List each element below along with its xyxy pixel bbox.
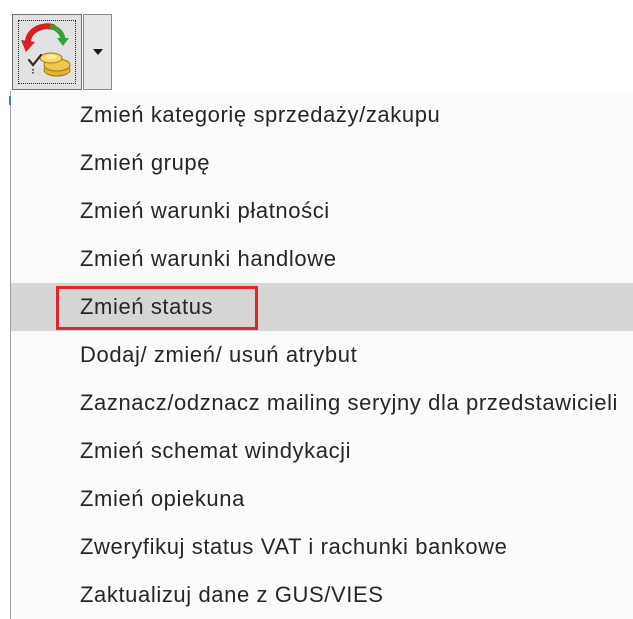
- menu-item-label: Zmień grupę: [80, 150, 211, 175]
- focus-marker: [9, 96, 11, 105]
- menu-item-change-category[interactable]: Zmień kategorię sprzedaży/zakupu: [11, 91, 633, 139]
- menu-item-label: Zmień warunki płatności: [80, 198, 330, 223]
- menu-item-update-gus-vies-data[interactable]: Zaktualizuj dane z GUS/VIES: [11, 571, 633, 619]
- menu-item-change-payment-terms[interactable]: Zmień warunki płatności: [11, 187, 633, 235]
- menu-item-label: Zmień status: [80, 294, 214, 319]
- change-status-coins-icon: [21, 23, 71, 77]
- menu-item-label: Zaznacz/odznacz mailing seryjny dla prze…: [80, 390, 619, 415]
- menu-item-change-collection-scheme[interactable]: Zmień schemat windykacji: [11, 427, 633, 475]
- focus-rectangle: [18, 20, 76, 84]
- chevron-down-icon: [92, 49, 103, 55]
- bulk-operations-button[interactable]: [12, 14, 82, 90]
- dropdown-toggle-button[interactable]: [83, 14, 112, 90]
- menu-item-change-caretaker[interactable]: Zmień opiekuna: [11, 475, 633, 523]
- menu-item-toggle-serial-mailing[interactable]: Zaznacz/odznacz mailing seryjny dla prze…: [11, 379, 633, 427]
- context-menu: Zmień kategorię sprzedaży/zakupu Zmień g…: [10, 91, 633, 619]
- menu-item-change-status[interactable]: Zmień status: [11, 283, 633, 331]
- menu-item-change-trade-terms[interactable]: Zmień warunki handlowe: [11, 235, 633, 283]
- menu-item-label: Zmień warunki handlowe: [80, 246, 337, 271]
- menu-item-label: Zweryfikuj status VAT i rachunki bankowe: [80, 534, 508, 559]
- menu-item-label: Zmień schemat windykacji: [80, 438, 352, 463]
- toolbar: [0, 0, 633, 91]
- menu-item-label: Zaktualizuj dane z GUS/VIES: [80, 582, 384, 607]
- menu-item-label: Dodaj/ zmień/ usuń atrybut: [80, 342, 358, 367]
- bulk-operations-split-button: [12, 14, 112, 90]
- menu-item-change-group[interactable]: Zmień grupę: [11, 139, 633, 187]
- menu-item-label: Zmień opiekuna: [80, 486, 245, 511]
- menu-item-edit-attribute[interactable]: Dodaj/ zmień/ usuń atrybut: [11, 331, 633, 379]
- menu-item-label: Zmień kategorię sprzedaży/zakupu: [80, 102, 441, 127]
- menu-item-verify-vat-status[interactable]: Zweryfikuj status VAT i rachunki bankowe: [11, 523, 633, 571]
